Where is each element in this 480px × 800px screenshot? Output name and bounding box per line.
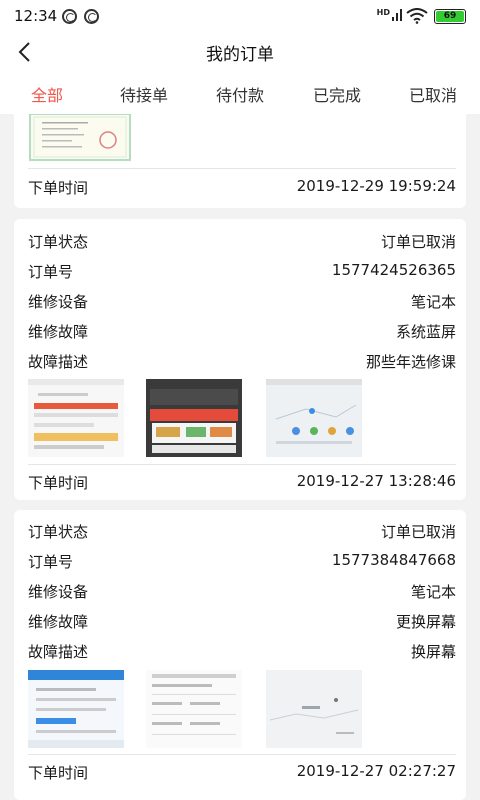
screenshot-thumbnail: [146, 670, 242, 748]
tab-pending-payment[interactable]: 待付款: [216, 82, 264, 106]
device-row: 维修设备 笔记本: [28, 291, 456, 313]
tab-pending-accept[interactable]: 待接单: [120, 82, 168, 106]
tab-cancelled[interactable]: 已取消: [409, 82, 457, 106]
order-photo[interactable]: [266, 379, 362, 457]
order-number-row: 订单号 1577384847668: [28, 551, 456, 573]
battery-icon: 69: [434, 9, 466, 24]
description-value: 换屏幕: [410, 643, 456, 661]
description-label: 故障描述: [28, 643, 89, 661]
description-value: 那些年选修课: [365, 353, 456, 371]
notification-icon: [62, 9, 77, 24]
fault-label: 维修故障: [28, 613, 89, 631]
order-card[interactable]: 订单状态 订单已取消 订单号 1577424526365 维修设备 笔记本 维修…: [14, 219, 466, 500]
description-row: 故障描述 那些年选修课: [28, 351, 456, 373]
fault-value: 系统蓝屏: [395, 323, 456, 341]
map-thumbnail: [266, 670, 362, 748]
order-status-label: 订单状态: [28, 233, 89, 251]
device-value: 笔记本: [410, 583, 456, 601]
order-photo[interactable]: [28, 379, 124, 457]
order-number-value: 1577384847668: [331, 551, 456, 569]
order-list[interactable]: 下单时间 2019-12-29 19:59:24 订单状态 订单已取消 订单号 …: [0, 114, 480, 800]
wifi-icon: [406, 8, 428, 24]
order-photo[interactable]: [146, 379, 242, 457]
order-number-row: 订单号 1577424526365: [28, 261, 456, 283]
divider: [28, 464, 456, 465]
order-time-row: 下单时间 2019-12-29 19:59:24: [28, 177, 456, 199]
fault-value: 更换屏幕: [395, 613, 456, 631]
screenshot-thumbnail: [28, 379, 124, 457]
page-title: 我的订单: [206, 45, 274, 65]
status-bar: 12:34 HD 69: [0, 0, 480, 32]
order-photo[interactable]: [266, 670, 362, 748]
network-type-label: HD: [376, 8, 390, 17]
device-row: 维修设备 笔记本: [28, 581, 456, 603]
order-number-label: 订单号: [28, 263, 74, 281]
order-time-value: 2019-12-29 19:59:24: [296, 177, 456, 195]
signal-icon: [392, 9, 402, 21]
order-photo[interactable]: [28, 114, 132, 162]
order-number-label: 订单号: [28, 553, 74, 571]
divider: [28, 754, 456, 755]
order-photo[interactable]: [28, 670, 124, 748]
tab-all[interactable]: 全部: [31, 82, 63, 106]
order-time-row: 下单时间 2019-12-27 02:27:27: [28, 762, 456, 784]
order-status-row: 订单状态 订单已取消: [28, 231, 456, 253]
device-value: 笔记本: [410, 293, 456, 311]
device-label: 维修设备: [28, 583, 89, 601]
order-time-row: 下单时间 2019-12-27 13:28:46: [28, 472, 456, 494]
screenshot-thumbnail: [146, 379, 242, 457]
order-status-row: 订单状态 订单已取消: [28, 521, 456, 543]
order-status-value: 订单已取消: [380, 233, 456, 251]
order-status-label: 订单状态: [28, 523, 89, 541]
order-number-value: 1577424526365: [331, 261, 456, 279]
order-time-value: 2019-12-27 13:28:46: [296, 472, 456, 490]
order-card[interactable]: 下单时间 2019-12-29 19:59:24: [14, 114, 466, 208]
device-label: 维修设备: [28, 293, 89, 311]
screenshot-thumbnail: [28, 670, 124, 748]
order-time-label: 下单时间: [28, 764, 89, 782]
description-row: 故障描述 换屏幕: [28, 641, 456, 663]
order-photo[interactable]: [146, 670, 242, 748]
fault-label: 维修故障: [28, 323, 89, 341]
fault-row: 维修故障 系统蓝屏: [28, 321, 456, 343]
fault-row: 维修故障 更换屏幕: [28, 611, 456, 633]
order-time-label: 下单时间: [28, 474, 89, 492]
map-thumbnail: [266, 379, 362, 457]
description-label: 故障描述: [28, 353, 89, 371]
order-tabs: 全部 待接单 待付款 已完成 已取消: [0, 72, 480, 114]
battery-level: 69: [436, 11, 464, 22]
tab-completed[interactable]: 已完成: [313, 82, 361, 106]
order-time-label: 下单时间: [28, 179, 89, 197]
navigation-bar: 我的订单: [0, 32, 480, 72]
status-time: 12:34: [14, 7, 58, 25]
certificate-image: [29, 114, 131, 161]
order-time-value: 2019-12-27 02:27:27: [296, 762, 456, 780]
order-status-value: 订单已取消: [380, 523, 456, 541]
order-card[interactable]: 订单状态 订单已取消 订单号 1577384847668 维修设备 笔记本 维修…: [14, 510, 466, 800]
divider: [28, 168, 456, 169]
notification-icon: [84, 9, 99, 24]
